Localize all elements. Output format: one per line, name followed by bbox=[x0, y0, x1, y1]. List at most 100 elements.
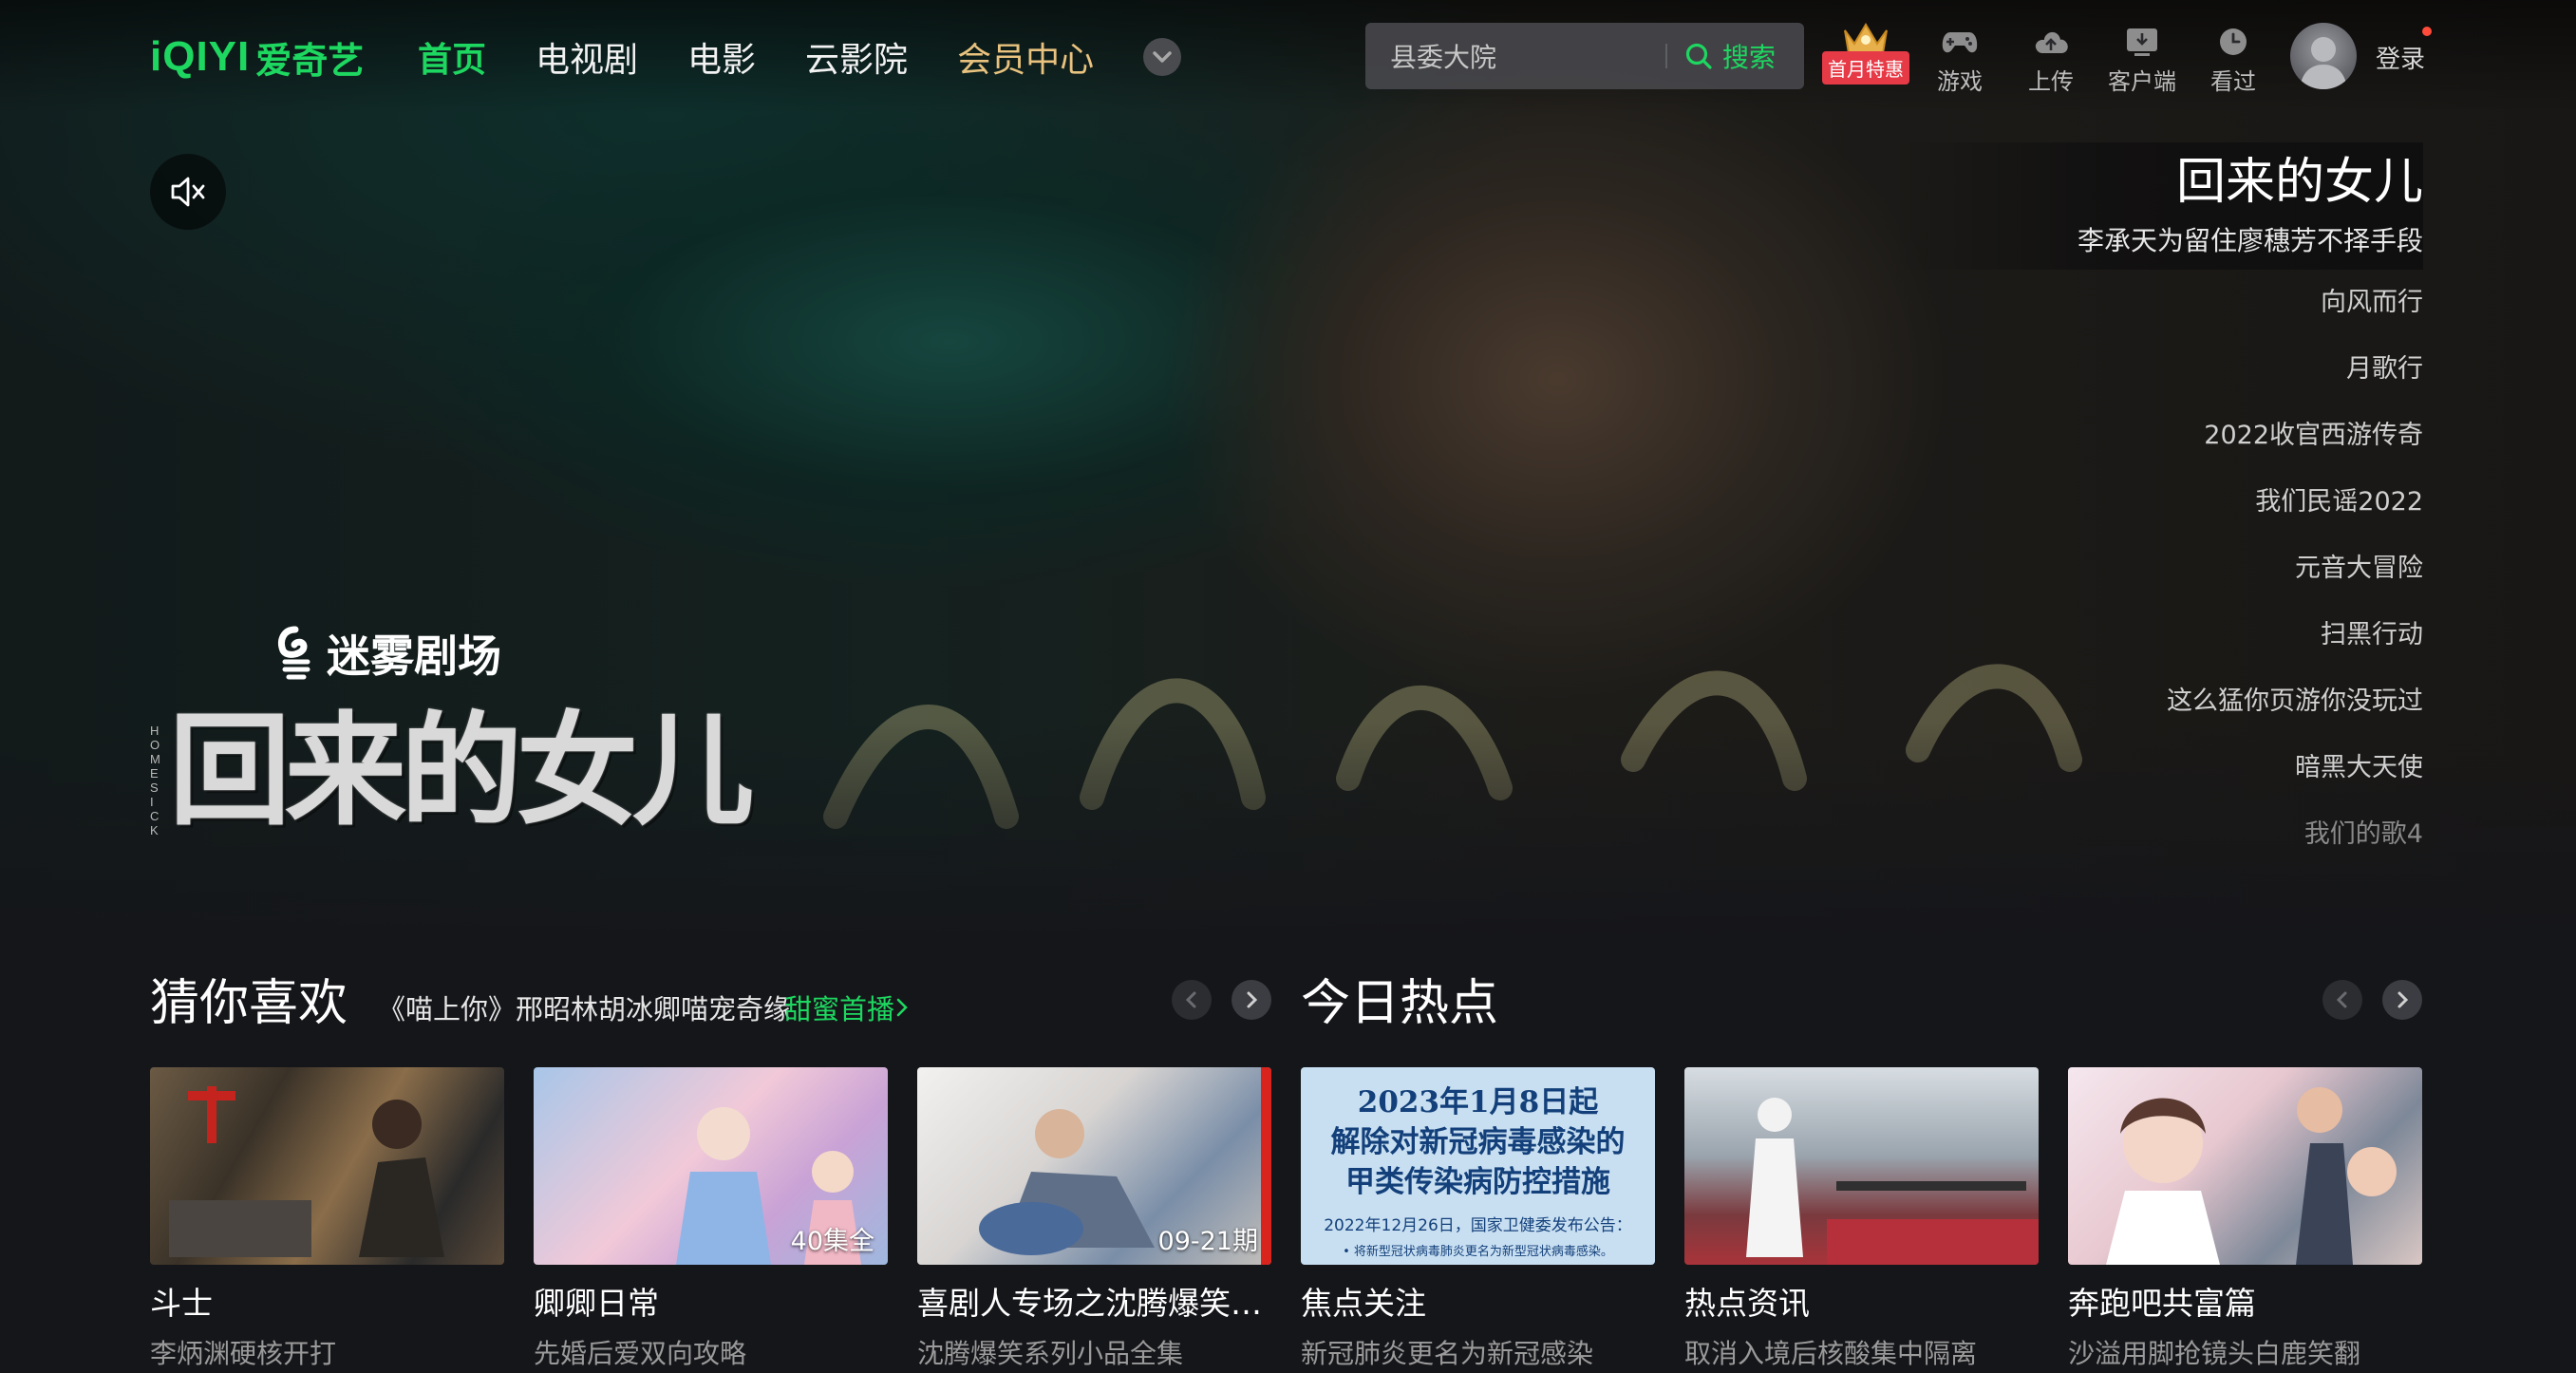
tool-history[interactable]: 看过 bbox=[2188, 19, 2279, 96]
hero-list-item[interactable]: 月歌行 bbox=[1891, 336, 2423, 403]
hot-card[interactable]: 2023年1月8日起 解除对新冠病毒感染的 甲类传染病防控措施 2022年12月… bbox=[1301, 1067, 1655, 1371]
nav-more-button[interactable] bbox=[1143, 38, 1182, 76]
hero-current-item[interactable]: 回来的女儿 李承天为留住廖穗芳不择手段 bbox=[1891, 142, 2423, 270]
nav-home[interactable]: 首页 bbox=[418, 32, 486, 82]
card-title[interactable]: 喜剧人专场之沈腾爆笑… bbox=[917, 1278, 1271, 1324]
hot-section-title: 今日热点 bbox=[1301, 975, 1499, 1032]
top-header: iQIYI 爱奇艺 首页 电视剧 电影 云影院 会员中心 搜索 bbox=[0, 0, 2576, 114]
vip-promo-badge: 首月特惠 bbox=[1822, 51, 1909, 85]
card-desc: 先婚后爱双向攻略 bbox=[534, 1338, 747, 1369]
tool-upload[interactable]: 上传 bbox=[2005, 19, 2097, 96]
default-avatar-icon bbox=[2300, 37, 2347, 89]
hero-list-item[interactable]: 向风而行 bbox=[1891, 270, 2423, 336]
chevron-left-icon bbox=[1185, 991, 1196, 1008]
hero-current-title: 回来的女儿 bbox=[2175, 154, 2423, 211]
hot-card[interactable]: 奔跑吧共富篇 沙溢用脚抢镜头白鹿笑翻 bbox=[2068, 1067, 2422, 1371]
nav-movies[interactable]: 电影 bbox=[687, 32, 756, 82]
card-thumbnail[interactable] bbox=[2068, 1067, 2422, 1265]
user-avatar[interactable] bbox=[2290, 23, 2357, 89]
header-tools: 首月特惠 游戏 上传 客户端 看过 bbox=[1821, 19, 2279, 95]
search-button[interactable]: 搜索 bbox=[1684, 23, 1776, 89]
thumbnail-figure-icon bbox=[2106, 1087, 2397, 1265]
nav-vip-center[interactable]: 会员中心 bbox=[957, 32, 1094, 82]
gamepad-icon bbox=[1942, 32, 1978, 53]
hero-side-list: 回来的女儿 李承天为留住廖穗芳不择手段 向风而行 月歌行 2022收官西游传奇 … bbox=[1891, 142, 2423, 868]
show-title-side-text: HOMESICK bbox=[150, 724, 161, 837]
recommend-next-button[interactable] bbox=[1232, 980, 1271, 1020]
notice-line: 2023年1月8日起 bbox=[1357, 1085, 1599, 1119]
hero-current-desc: 李承天为留住廖穗芳不择手段 bbox=[2077, 225, 2423, 256]
download-client-icon bbox=[2127, 28, 2157, 56]
card-thumbnail[interactable]: 2023年1月8日起 解除对新冠病毒感染的 甲类传染病防控措施 2022年12月… bbox=[1301, 1067, 1655, 1265]
vip-promo[interactable]: 首月特惠 bbox=[1821, 19, 1910, 85]
theater-brand: 迷雾剧场 bbox=[275, 622, 501, 685]
chevron-left-icon bbox=[2336, 991, 2347, 1008]
card-thumbnail[interactable] bbox=[150, 1067, 504, 1265]
card-title[interactable]: 卿卿日常 bbox=[534, 1278, 888, 1324]
card-title[interactable]: 斗士 bbox=[150, 1278, 504, 1324]
logo-text: 爱奇艺 bbox=[255, 39, 365, 82]
notice-line: 甲类传染病防控措施 bbox=[1345, 1165, 1610, 1199]
mist-theater-logo-icon bbox=[278, 626, 310, 680]
recommend-card[interactable]: 40集全 卿卿日常 先婚后爱双向攻略 bbox=[534, 1067, 888, 1371]
tool-upload-label: 上传 bbox=[2028, 68, 2074, 95]
hot-prev-button[interactable] bbox=[2322, 980, 2362, 1020]
card-title[interactable]: 热点资讯 bbox=[1684, 1278, 2039, 1324]
recommend-card[interactable]: 09-21期 喜剧人专场之沈腾爆笑… 沈腾爆笑系列小品全集 bbox=[917, 1067, 1271, 1371]
card-thumbnail[interactable]: 40集全 bbox=[534, 1067, 888, 1265]
search-input[interactable] bbox=[1365, 23, 1684, 89]
search-icon bbox=[1685, 43, 1712, 69]
notice-bullet-text: • 将新型冠状病毒肺炎更名为新型冠状病毒感染。 bbox=[1343, 1245, 1613, 1259]
mute-button[interactable] bbox=[150, 154, 226, 230]
recommend-card[interactable]: 斗士 李炳渊硬核开打 bbox=[150, 1067, 504, 1371]
tool-games[interactable]: 游戏 bbox=[1914, 19, 2005, 96]
hero-list-item[interactable]: 我们的歌4 bbox=[1891, 801, 2423, 868]
theater-name: 迷雾剧场 bbox=[327, 630, 501, 682]
chevron-down-icon bbox=[1153, 51, 1172, 63]
nav-tv-series[interactable]: 电视剧 bbox=[536, 32, 638, 82]
card-desc: 沈腾爆笑系列小品全集 bbox=[917, 1338, 1184, 1369]
card-thumbnail[interactable]: 09-21期 bbox=[917, 1067, 1271, 1265]
card-desc: 新冠肺炎更名为新冠感染 bbox=[1301, 1338, 1594, 1369]
login-link[interactable]: 登录 bbox=[2376, 40, 2425, 75]
hot-next-button[interactable] bbox=[2382, 980, 2422, 1020]
tool-history-label: 看过 bbox=[2210, 68, 2256, 95]
recommend-subtitle-link[interactable]: 《喵上你》邢昭林胡冰卿喵宠奇缘 bbox=[378, 987, 791, 1027]
card-title[interactable]: 焦点关注 bbox=[1301, 1278, 1655, 1324]
episode-badge: 40集全 bbox=[790, 1227, 874, 1256]
thumbnail-figure-icon bbox=[1746, 1098, 2039, 1265]
recommend-prev-button[interactable] bbox=[1172, 980, 1212, 1020]
hero-list-item[interactable]: 元音大冒险 bbox=[1891, 536, 2423, 602]
hot-card[interactable]: 热点资讯 取消入境后核酸集中隔离 bbox=[1684, 1067, 2039, 1371]
show-title-art[interactable]: HOMESICK 回来的女儿 bbox=[150, 700, 754, 842]
thumbnail-figure-icon bbox=[169, 1086, 444, 1257]
tool-games-label: 游戏 bbox=[1937, 68, 1983, 95]
notice-small-text: 2022年12月26日，国家卫健委发布公告： bbox=[1324, 1216, 1632, 1235]
card-title[interactable]: 奔跑吧共富篇 bbox=[2068, 1278, 2422, 1324]
hero-list-item[interactable]: 我们民谣2022 bbox=[1891, 469, 2423, 536]
search-button-label: 搜索 bbox=[1722, 42, 1777, 73]
tool-client-label: 客户端 bbox=[2108, 68, 2176, 95]
search-divider bbox=[1665, 44, 1667, 68]
hero-list-item[interactable]: 2022收官西游传奇 bbox=[1891, 403, 2423, 469]
notification-dot bbox=[2422, 27, 2432, 36]
history-clock-icon bbox=[2220, 28, 2247, 55]
hero-list-item[interactable]: 暗黑大天使 bbox=[1891, 735, 2423, 801]
speaker-muted-icon bbox=[171, 177, 205, 207]
card-thumbnail[interactable] bbox=[1684, 1067, 2039, 1265]
iqiyi-logo[interactable]: iQIYI 爱奇艺 bbox=[150, 30, 364, 84]
cloud-upload-icon bbox=[2035, 31, 2068, 53]
tool-client[interactable]: 客户端 bbox=[2097, 19, 2188, 96]
card-desc: 沙溢用脚抢镜头白鹿笑翻 bbox=[2068, 1338, 2361, 1369]
search-box: 搜索 bbox=[1365, 23, 1804, 89]
hero-list-item[interactable]: 扫黑行动 bbox=[1891, 602, 2423, 668]
recommend-premiere-link[interactable]: 甜蜜首播 bbox=[784, 987, 910, 1027]
chevron-right-icon bbox=[896, 998, 908, 1017]
chevron-right-icon bbox=[2397, 991, 2409, 1008]
episode-badge: 09-21期 bbox=[1157, 1227, 1258, 1256]
nav-cloud-cinema[interactable]: 云影院 bbox=[805, 32, 908, 82]
main-nav: 首页 电视剧 电影 云影院 会员中心 bbox=[418, 28, 1182, 85]
hero-list-item[interactable]: 这么猛你页游你没玩过 bbox=[1891, 668, 2423, 735]
show-title-art-text: 回来的女儿 bbox=[169, 700, 754, 842]
recommend-section-title: 猜你喜欢 bbox=[150, 975, 348, 1032]
